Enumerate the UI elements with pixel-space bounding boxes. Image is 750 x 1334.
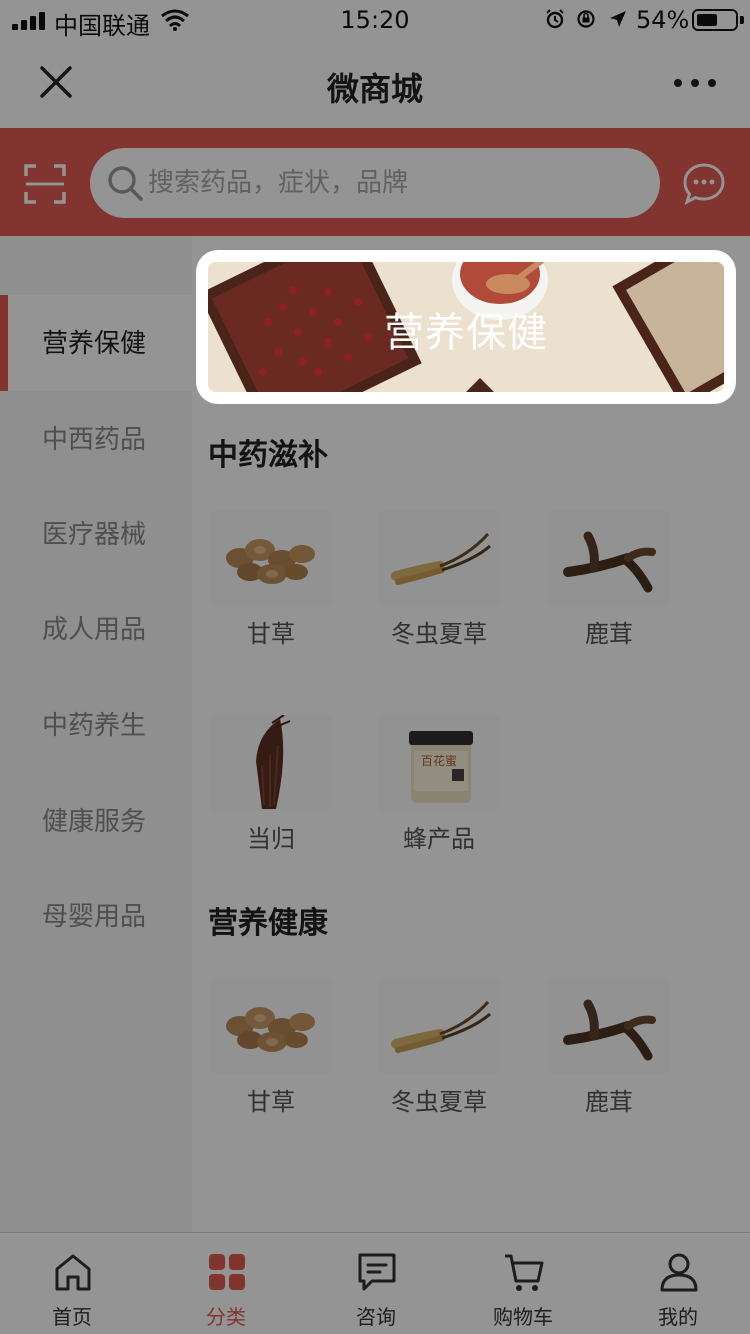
svg-text:百花蜜: 百花蜜	[421, 753, 457, 768]
product-item[interactable]: 百花蜜 蜂产品	[374, 715, 504, 885]
tab-category[interactable]: 分类	[166, 1233, 286, 1334]
more-icon[interactable]	[670, 68, 720, 98]
nav-bar: 微商城	[0, 40, 750, 128]
licorice-image	[210, 978, 332, 1074]
tab-label: 分类	[206, 1305, 246, 1329]
section-title: 中药滋补	[208, 438, 328, 473]
sidebar-item-label: 医疗器械	[42, 520, 147, 550]
product-item[interactable]: 甘草	[206, 510, 336, 680]
search-input[interactable]	[148, 148, 648, 218]
sidebar-item-label: 营养保健	[42, 329, 147, 359]
product-item[interactable]: 鹿茸	[544, 978, 674, 1148]
message-icon[interactable]	[682, 162, 726, 206]
tab-label: 我的	[658, 1305, 698, 1329]
cordyceps-image	[378, 510, 500, 606]
product-item[interactable]: 甘草	[206, 978, 336, 1148]
location-arrow-icon	[610, 11, 626, 27]
product-item[interactable]: 冬虫夏草	[374, 510, 504, 680]
sidebar-item-adult[interactable]: 成人用品	[0, 581, 192, 677]
sidebar-item-label: 中药养生	[42, 711, 147, 741]
sidebar-item-label: 成人用品	[42, 615, 147, 645]
product-name: 鹿茸	[585, 620, 633, 648]
sidebar-item-wellness[interactable]: 中药养生	[0, 677, 192, 773]
alarm-icon	[546, 9, 564, 29]
battery-icon	[692, 9, 738, 31]
banner-title: 营养保健	[384, 310, 548, 356]
tab-label: 首页	[52, 1305, 92, 1329]
cart-icon	[505, 1254, 544, 1291]
rotation-lock-icon	[577, 10, 595, 28]
product-item[interactable]: 当归	[206, 715, 336, 885]
product-item[interactable]: 冬虫夏草	[374, 978, 504, 1148]
search-band	[0, 128, 750, 236]
product-name: 鹿茸	[585, 1088, 633, 1116]
profile-icon	[660, 1253, 698, 1292]
product-item[interactable]: 鹿茸	[544, 510, 674, 680]
product-name: 当归	[247, 825, 295, 853]
product-name: 甘草	[247, 620, 295, 648]
search-icon	[108, 166, 143, 201]
tab-profile[interactable]: 我的	[618, 1233, 738, 1334]
sidebar-item-label: 健康服务	[42, 807, 147, 837]
status-bar: 中国联通 15:20 54%	[0, 0, 750, 40]
licorice-image	[210, 510, 332, 606]
tab-home[interactable]: 首页	[12, 1233, 132, 1334]
tab-label: 咨询	[356, 1305, 396, 1329]
tab-cart[interactable]: 购物车	[463, 1233, 583, 1334]
antler-image	[548, 978, 670, 1074]
sidebar-item-label: 母婴用品	[42, 902, 147, 932]
tab-consult[interactable]: 咨询	[316, 1233, 436, 1334]
sidebar-item-medicine[interactable]: 中西药品	[0, 391, 192, 487]
category-icon	[209, 1254, 245, 1290]
sidebar-item-nutrition[interactable]: 营养保健	[0, 295, 192, 391]
sidebar-item-maternal[interactable]: 母婴用品	[0, 868, 192, 964]
product-name: 冬虫夏草	[391, 620, 487, 648]
search-box[interactable]	[90, 148, 660, 218]
product-name: 冬虫夏草	[391, 1088, 487, 1116]
cordyceps-image	[378, 978, 500, 1074]
category-sidebar: 营养保健 中西药品 医疗器械 成人用品 中药养生 健康服务 母婴用品	[0, 236, 192, 1232]
honey-jar-image: 百花蜜	[378, 715, 500, 811]
page-title: 微商城	[326, 70, 423, 108]
tab-label: 购物车	[493, 1305, 553, 1329]
home-icon	[55, 1254, 91, 1291]
consult-icon	[358, 1253, 396, 1291]
product-name: 甘草	[247, 1088, 295, 1116]
antler-image	[548, 510, 670, 606]
battery-percent: 54%	[636, 6, 690, 34]
product-name: 蜂产品	[403, 825, 475, 853]
active-indicator	[0, 295, 8, 391]
tab-bar: 首页 分类 咨询 购物车 我的	[0, 1232, 750, 1334]
scan-icon[interactable]	[24, 164, 66, 204]
sidebar-item-health-services[interactable]: 健康服务	[0, 773, 192, 869]
angelica-image	[210, 715, 332, 811]
sidebar-item-devices[interactable]: 医疗器械	[0, 486, 192, 582]
sidebar-item-label: 中西药品	[42, 425, 147, 455]
section-title: 营养健康	[208, 906, 328, 941]
category-banner[interactable]: 营养保健	[196, 250, 736, 404]
